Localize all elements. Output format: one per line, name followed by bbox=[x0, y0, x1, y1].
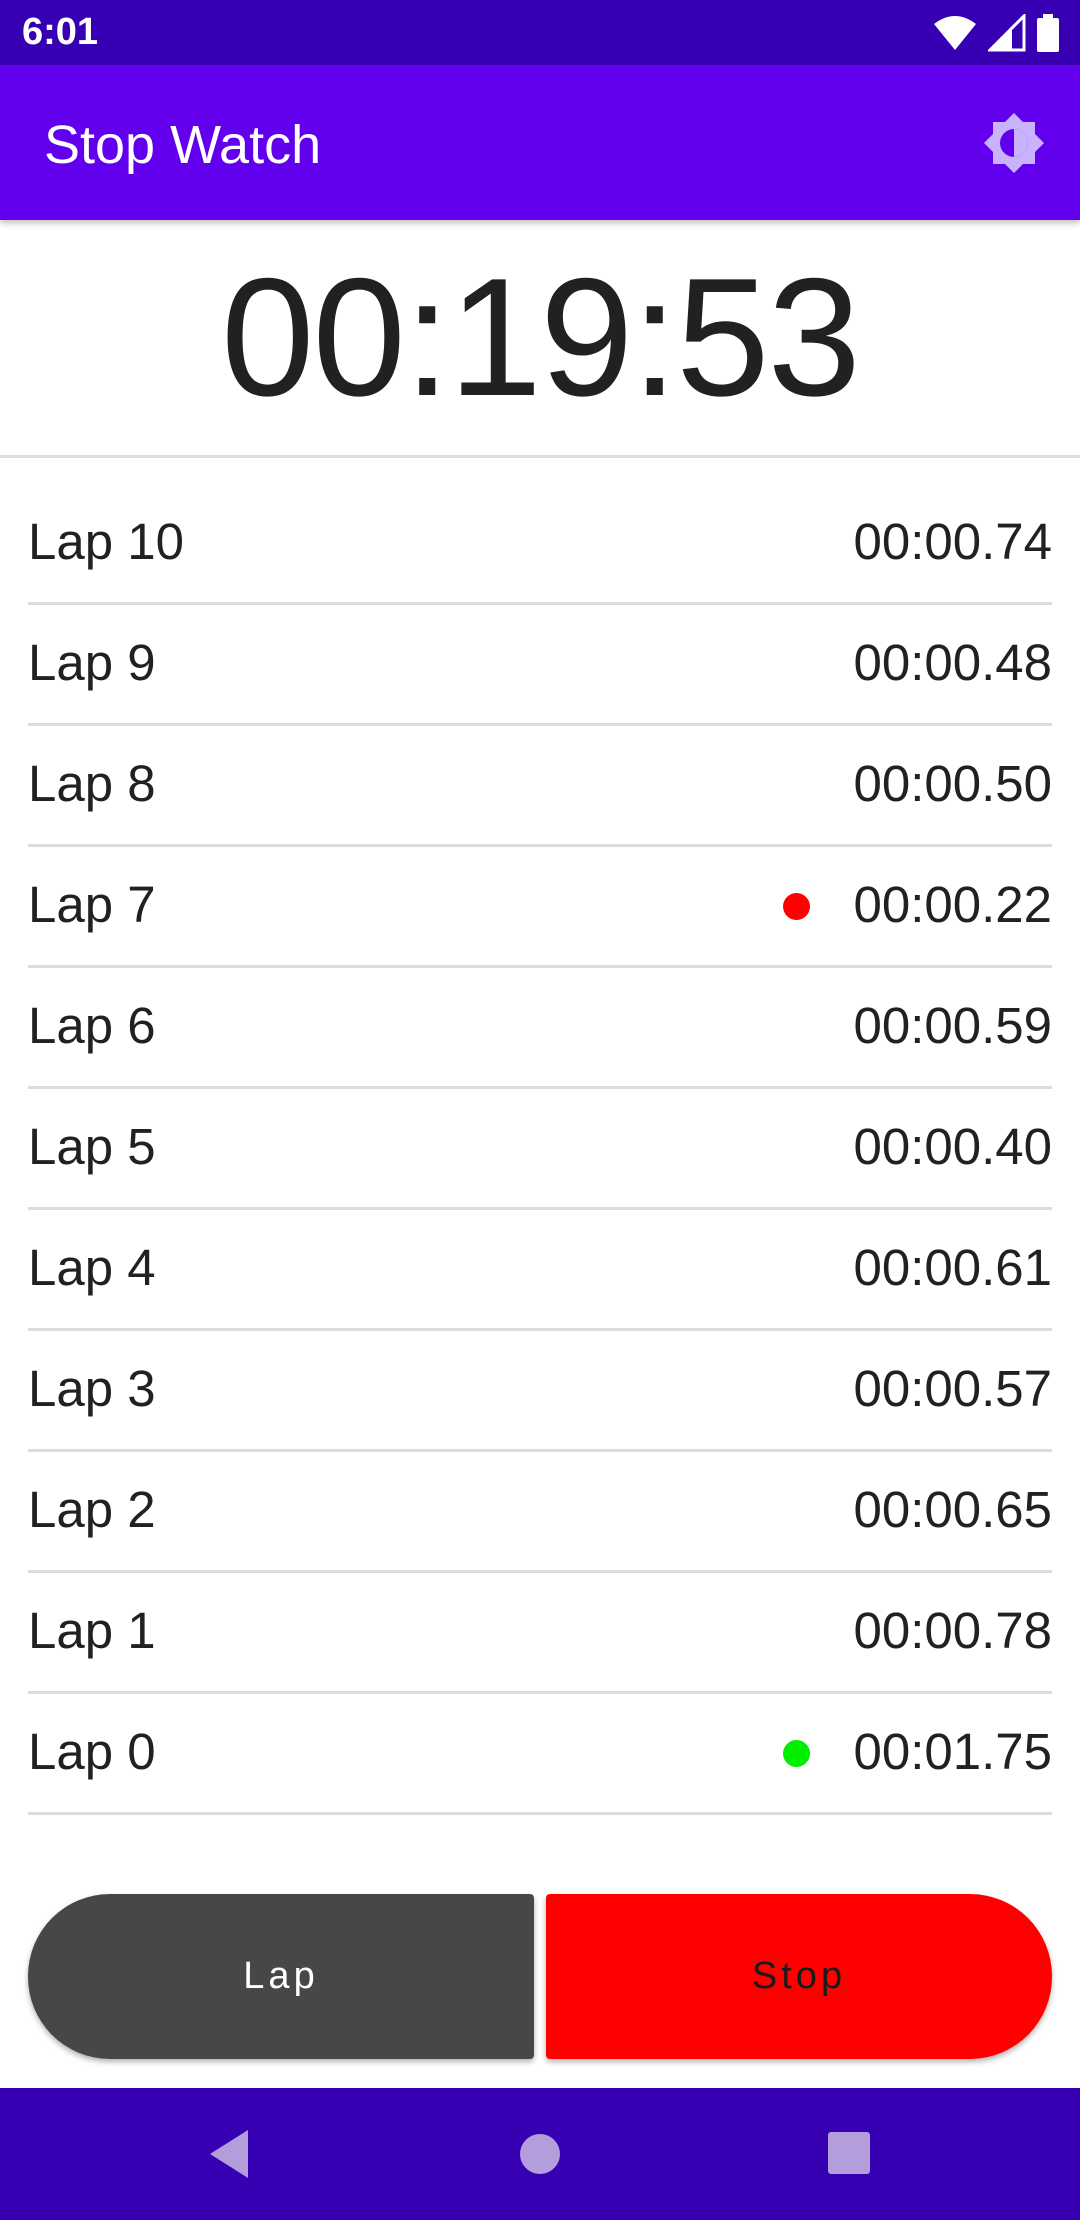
lap-label: Lap 6 bbox=[28, 997, 156, 1054]
lap-label: Lap 1 bbox=[28, 1602, 156, 1659]
lap-label: Lap 9 bbox=[28, 634, 156, 691]
lap-time: 00:00.48 bbox=[853, 634, 1052, 691]
lap-label: Lap 5 bbox=[28, 1118, 156, 1175]
lap-row: Lap 4 00:00.61 bbox=[28, 1210, 1052, 1331]
brightness-icon bbox=[984, 113, 1044, 173]
status-bar: 6:01 bbox=[0, 0, 1080, 65]
recent-apps-button[interactable] bbox=[818, 2122, 882, 2186]
app-bar: Stop Watch bbox=[0, 65, 1080, 220]
home-button[interactable] bbox=[508, 2122, 572, 2186]
lap-row: Lap 7 00:00.22 bbox=[28, 847, 1052, 968]
lap-time: 00:00.74 bbox=[853, 513, 1052, 570]
lap-row: Lap 5 00:00.40 bbox=[28, 1089, 1052, 1210]
lap-marker-dot bbox=[783, 1740, 810, 1767]
lap-time: 00:00.61 bbox=[853, 1239, 1052, 1296]
navigation-bar bbox=[0, 2088, 1080, 2220]
home-icon bbox=[520, 2134, 560, 2174]
app-title: Stop Watch bbox=[44, 115, 322, 175]
lap-label: Lap 8 bbox=[28, 755, 156, 812]
lap-time: 00:00.40 bbox=[853, 1118, 1052, 1175]
lap-row: Lap 1 00:00.78 bbox=[28, 1573, 1052, 1694]
status-icons bbox=[927, 14, 1060, 52]
back-button[interactable] bbox=[200, 2122, 264, 2186]
lap-row: Lap 2 00:00.65 bbox=[28, 1452, 1052, 1573]
status-time: 6:01 bbox=[22, 11, 99, 53]
lap-row: Lap 0 00:01.75 bbox=[28, 1694, 1052, 1815]
elapsed-time-display: 00:19:53 bbox=[0, 220, 1080, 455]
battery-icon bbox=[1037, 14, 1059, 52]
lap-label: Lap 4 bbox=[28, 1239, 156, 1296]
timer-divider bbox=[0, 455, 1080, 458]
lap-list: Lap 10 00:00.74 Lap 9 00:00.48 Lap 8 00:00.50… bbox=[28, 484, 1052, 1815]
lap-marker-dot bbox=[783, 893, 810, 920]
back-icon bbox=[210, 2130, 248, 2178]
lap-time: 00:00.50 bbox=[853, 755, 1052, 812]
lap-row: Lap 10 00:00.74 bbox=[28, 484, 1052, 605]
lap-time: 00:00.65 bbox=[853, 1481, 1052, 1538]
lap-time: 00:00.78 bbox=[853, 1602, 1052, 1659]
theme-toggle-button[interactable] bbox=[978, 107, 1050, 179]
lap-row: Lap 6 00:00.59 bbox=[28, 968, 1052, 1089]
lap-label: Lap 2 bbox=[28, 1481, 156, 1538]
lap-time: 00:00.22 bbox=[853, 876, 1052, 933]
wifi-icon bbox=[934, 16, 977, 50]
lap-row: Lap 8 00:00.50 bbox=[28, 726, 1052, 847]
lap-row: Lap 3 00:00.57 bbox=[28, 1331, 1052, 1452]
cellular-signal-icon bbox=[987, 14, 1026, 52]
lap-time: 00:00.59 bbox=[853, 997, 1052, 1054]
lap-label: Lap 10 bbox=[28, 513, 184, 570]
lap-row: Lap 9 00:00.48 bbox=[28, 605, 1052, 726]
lap-button[interactable]: Lap bbox=[28, 1894, 534, 2059]
stop-button[interactable]: Stop bbox=[546, 1894, 1052, 2059]
lap-time: 00:00.57 bbox=[853, 1360, 1052, 1417]
recent-apps-icon bbox=[828, 2132, 870, 2174]
lap-label: Lap 7 bbox=[28, 876, 156, 933]
lap-label: Lap 3 bbox=[28, 1360, 156, 1417]
lap-label: Lap 0 bbox=[28, 1723, 156, 1780]
elapsed-time-value: 00:19:53 bbox=[221, 243, 861, 431]
lap-time: 00:01.75 bbox=[853, 1723, 1052, 1780]
